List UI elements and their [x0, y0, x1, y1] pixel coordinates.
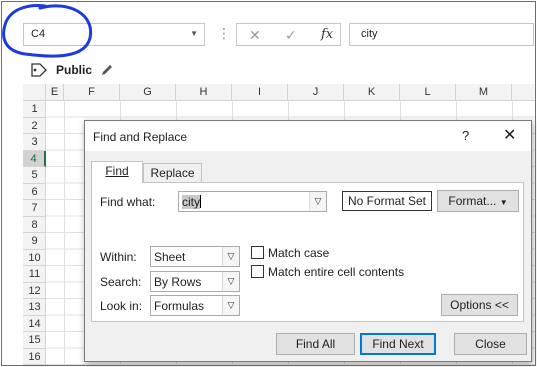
pencil-icon[interactable] [100, 63, 114, 77]
formula-value: city [361, 28, 378, 40]
look-in-select[interactable]: Formulas ▽ [150, 295, 240, 316]
dialog-titlebar[interactable]: Find and Replace ? ✕ [85, 121, 531, 151]
column-header[interactable]: L [400, 84, 456, 101]
chevron-down-icon[interactable]: ▽ [309, 192, 326, 211]
format-button[interactable]: Format... ▼ [437, 190, 519, 212]
look-in-value: Formulas [154, 299, 205, 313]
select-all-corner[interactable] [23, 84, 46, 101]
sensitivity-label[interactable]: Public [56, 63, 92, 77]
column-header[interactable]: J [288, 84, 344, 101]
tab-find-label: Find [105, 164, 129, 178]
column-header[interactable]: H [176, 84, 232, 101]
row-header[interactable]: 14 [23, 316, 46, 332]
row-header[interactable]: 15 [23, 332, 46, 349]
find-panel: Find what: city ▽ No Format Set Format..… [91, 182, 524, 322]
row-header[interactable]: 4 [23, 150, 46, 167]
match-case-label[interactable]: Match case [268, 246, 329, 260]
find-all-button[interactable]: Find All [276, 333, 355, 355]
row-header[interactable]: 8 [23, 217, 46, 233]
row-header[interactable]: 12 [23, 283, 46, 299]
find-what-combo[interactable]: city ▽ [178, 191, 327, 212]
chevron-down-icon[interactable]: ▽ [222, 247, 239, 266]
row-header[interactable]: 13 [23, 299, 46, 316]
row-header[interactable]: 10 [23, 250, 46, 266]
row-header[interactable]: 9 [23, 233, 46, 250]
chevron-down-icon[interactable]: ▽ [222, 296, 239, 315]
name-box-dropdown-icon[interactable]: ▼ [190, 29, 198, 38]
search-select[interactable]: By Rows ▽ [150, 271, 240, 292]
row-headers: 1 2 3 4 5 6 7 8 9 10 11 12 13 14 15 16 [23, 101, 46, 367]
options-button[interactable]: Options << [441, 294, 518, 316]
dialog-title: Find and Replace [93, 130, 188, 144]
cancel-entry-icon[interactable]: ✕ [249, 27, 261, 44]
row-header[interactable]: 1 [23, 101, 46, 118]
column-header[interactable]: I [232, 84, 288, 101]
column-header[interactable]: M [456, 84, 512, 101]
formula-input[interactable]: city [349, 23, 534, 46]
row-header[interactable]: 16 [23, 349, 46, 365]
row-header[interactable]: 7 [23, 200, 46, 217]
look-in-label: Look in: [100, 299, 143, 313]
confirm-entry-icon[interactable]: ✓ [285, 27, 297, 44]
column-header[interactable]: E [46, 84, 64, 101]
row-header[interactable]: 5 [23, 167, 46, 184]
format-status: No Format Set [342, 191, 432, 211]
name-box-value: C4 [31, 28, 46, 40]
formula-bar-grip-icon[interactable]: ⋮ [217, 26, 231, 40]
find-what-value: city [182, 195, 200, 209]
find-next-button[interactable]: Find Next [360, 333, 436, 355]
tab-replace-label: Replace [150, 166, 195, 180]
column-header[interactable]: F [64, 84, 120, 101]
row-header[interactable]: 6 [23, 184, 46, 200]
row-header[interactable]: 2 [23, 118, 46, 134]
column-header[interactable]: K [344, 84, 400, 101]
within-value: Sheet [154, 250, 186, 264]
row-header[interactable]: 11 [23, 266, 46, 283]
formula-bar-buttons: ✕ ✓ fx [236, 23, 341, 46]
column-headers: EFGHIJKLM [46, 84, 535, 101]
close-icon[interactable]: ✕ [503, 125, 516, 145]
help-icon[interactable]: ? [462, 128, 469, 143]
search-label: Search: [100, 275, 142, 289]
column-header[interactable]: G [120, 84, 176, 101]
find-what-label: Find what: [100, 195, 156, 209]
within-select[interactable]: Sheet ▽ [150, 246, 240, 267]
row-header[interactable]: 3 [23, 134, 46, 151]
insert-function-icon[interactable]: fx [321, 27, 333, 42]
tag-icon [31, 63, 47, 77]
within-label: Within: [100, 250, 137, 264]
dropdown-arrow-icon: ▼ [499, 198, 508, 207]
chevron-down-icon[interactable]: ▽ [222, 272, 239, 291]
match-entire-label[interactable]: Match entire cell contents [268, 265, 404, 279]
name-box[interactable]: C4 ▼ [23, 23, 205, 46]
format-button-label: Format... [448, 194, 497, 208]
find-what-input[interactable]: city [182, 195, 201, 209]
match-entire-checkbox[interactable] [251, 265, 264, 278]
search-value: By Rows [154, 275, 202, 289]
find-replace-dialog: Find and Replace ? ✕ Find Replace Find w… [84, 120, 532, 362]
tab-replace[interactable]: Replace [143, 163, 202, 184]
tab-find[interactable]: Find [91, 161, 143, 183]
close-button[interactable]: Close [454, 333, 527, 355]
match-case-checkbox[interactable] [251, 246, 264, 259]
